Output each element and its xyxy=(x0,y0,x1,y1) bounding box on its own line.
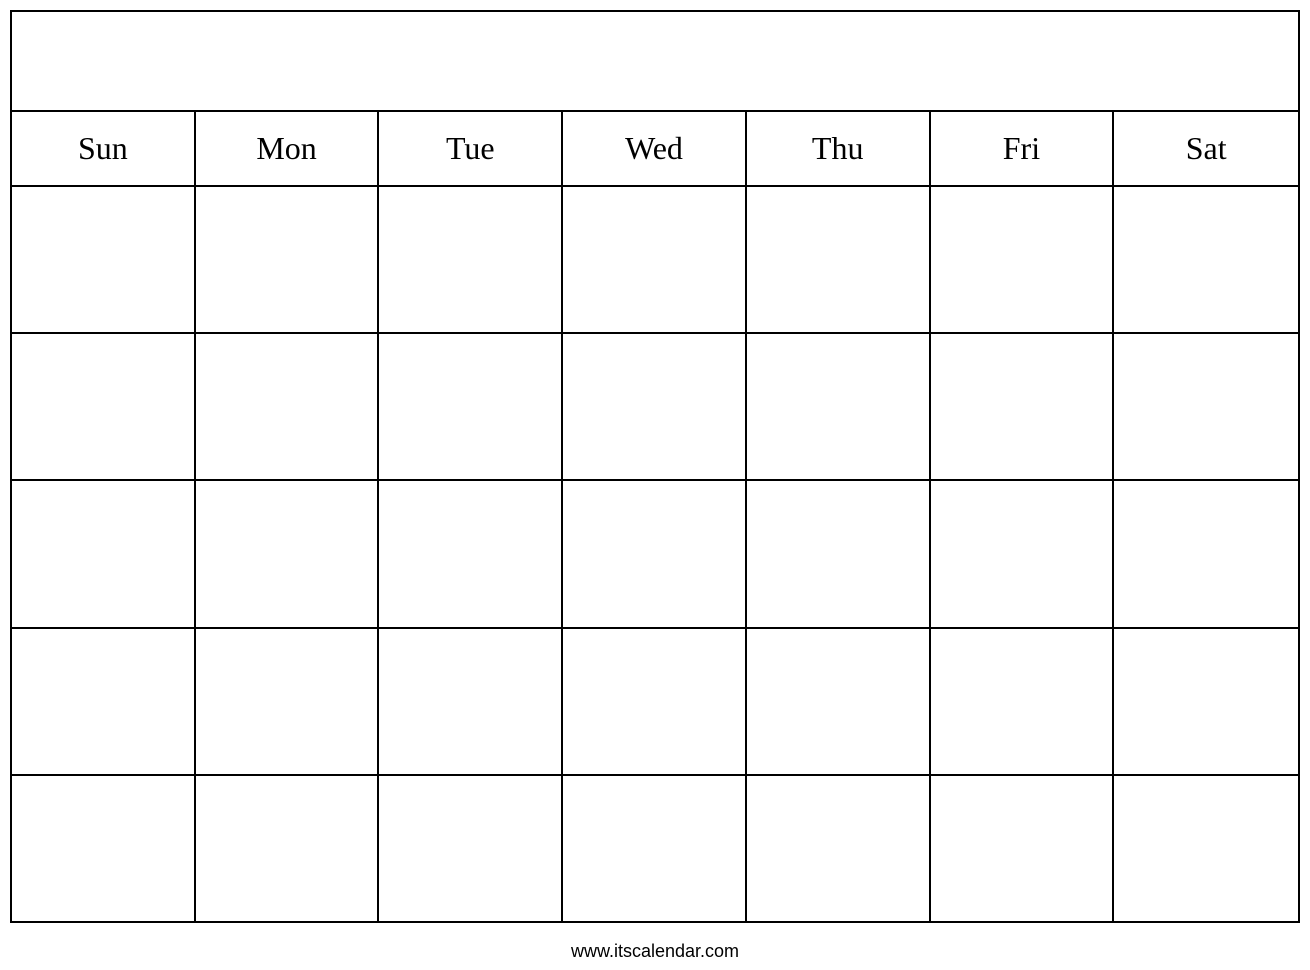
week-row-4 xyxy=(12,629,1298,776)
cell-w1-thu[interactable] xyxy=(747,187,931,332)
week-row-2 xyxy=(12,334,1298,481)
cell-w1-wed[interactable] xyxy=(563,187,747,332)
cell-w4-wed[interactable] xyxy=(563,629,747,774)
cell-w2-sun[interactable] xyxy=(12,334,196,479)
cell-w3-tue[interactable] xyxy=(379,481,563,626)
cell-w2-tue[interactable] xyxy=(379,334,563,479)
cell-w2-wed[interactable] xyxy=(563,334,747,479)
cell-w4-mon[interactable] xyxy=(196,629,380,774)
cell-w1-fri[interactable] xyxy=(931,187,1115,332)
calendar-title-area xyxy=(12,12,1298,112)
cell-w2-mon[interactable] xyxy=(196,334,380,479)
cell-w5-thu[interactable] xyxy=(747,776,931,921)
day-header-sun: Sun xyxy=(12,112,196,185)
cell-w4-tue[interactable] xyxy=(379,629,563,774)
cell-w5-mon[interactable] xyxy=(196,776,380,921)
day-header-mon: Mon xyxy=(196,112,380,185)
cell-w3-sun[interactable] xyxy=(12,481,196,626)
cell-w3-thu[interactable] xyxy=(747,481,931,626)
footer: www.itscalendar.com xyxy=(0,933,1310,970)
cell-w3-sat[interactable] xyxy=(1114,481,1298,626)
cell-w2-fri[interactable] xyxy=(931,334,1115,479)
cell-w5-sun[interactable] xyxy=(12,776,196,921)
cell-w4-fri[interactable] xyxy=(931,629,1115,774)
week-row-3 xyxy=(12,481,1298,628)
cell-w4-sat[interactable] xyxy=(1114,629,1298,774)
week-row-1 xyxy=(12,187,1298,334)
day-header-tue: Tue xyxy=(379,112,563,185)
cell-w1-tue[interactable] xyxy=(379,187,563,332)
cell-w3-wed[interactable] xyxy=(563,481,747,626)
cell-w1-sat[interactable] xyxy=(1114,187,1298,332)
cell-w3-fri[interactable] xyxy=(931,481,1115,626)
cell-w5-tue[interactable] xyxy=(379,776,563,921)
cell-w1-mon[interactable] xyxy=(196,187,380,332)
day-header-thu: Thu xyxy=(747,112,931,185)
cell-w2-sat[interactable] xyxy=(1114,334,1298,479)
day-headers-row: Sun Mon Tue Wed Thu Fri Sat xyxy=(12,112,1298,187)
cell-w4-sun[interactable] xyxy=(12,629,196,774)
day-header-fri: Fri xyxy=(931,112,1115,185)
calendar: Sun Mon Tue Wed Thu Fri Sat xyxy=(10,10,1300,923)
cell-w1-sun[interactable] xyxy=(12,187,196,332)
cell-w5-sat[interactable] xyxy=(1114,776,1298,921)
cell-w3-mon[interactable] xyxy=(196,481,380,626)
calendar-grid: Sun Mon Tue Wed Thu Fri Sat xyxy=(12,112,1298,921)
cell-w5-fri[interactable] xyxy=(931,776,1115,921)
footer-url: www.itscalendar.com xyxy=(571,941,739,961)
cell-w5-wed[interactable] xyxy=(563,776,747,921)
day-header-wed: Wed xyxy=(563,112,747,185)
cell-w2-thu[interactable] xyxy=(747,334,931,479)
weeks-container xyxy=(12,187,1298,921)
day-header-sat: Sat xyxy=(1114,112,1298,185)
week-row-5 xyxy=(12,776,1298,921)
cell-w4-thu[interactable] xyxy=(747,629,931,774)
